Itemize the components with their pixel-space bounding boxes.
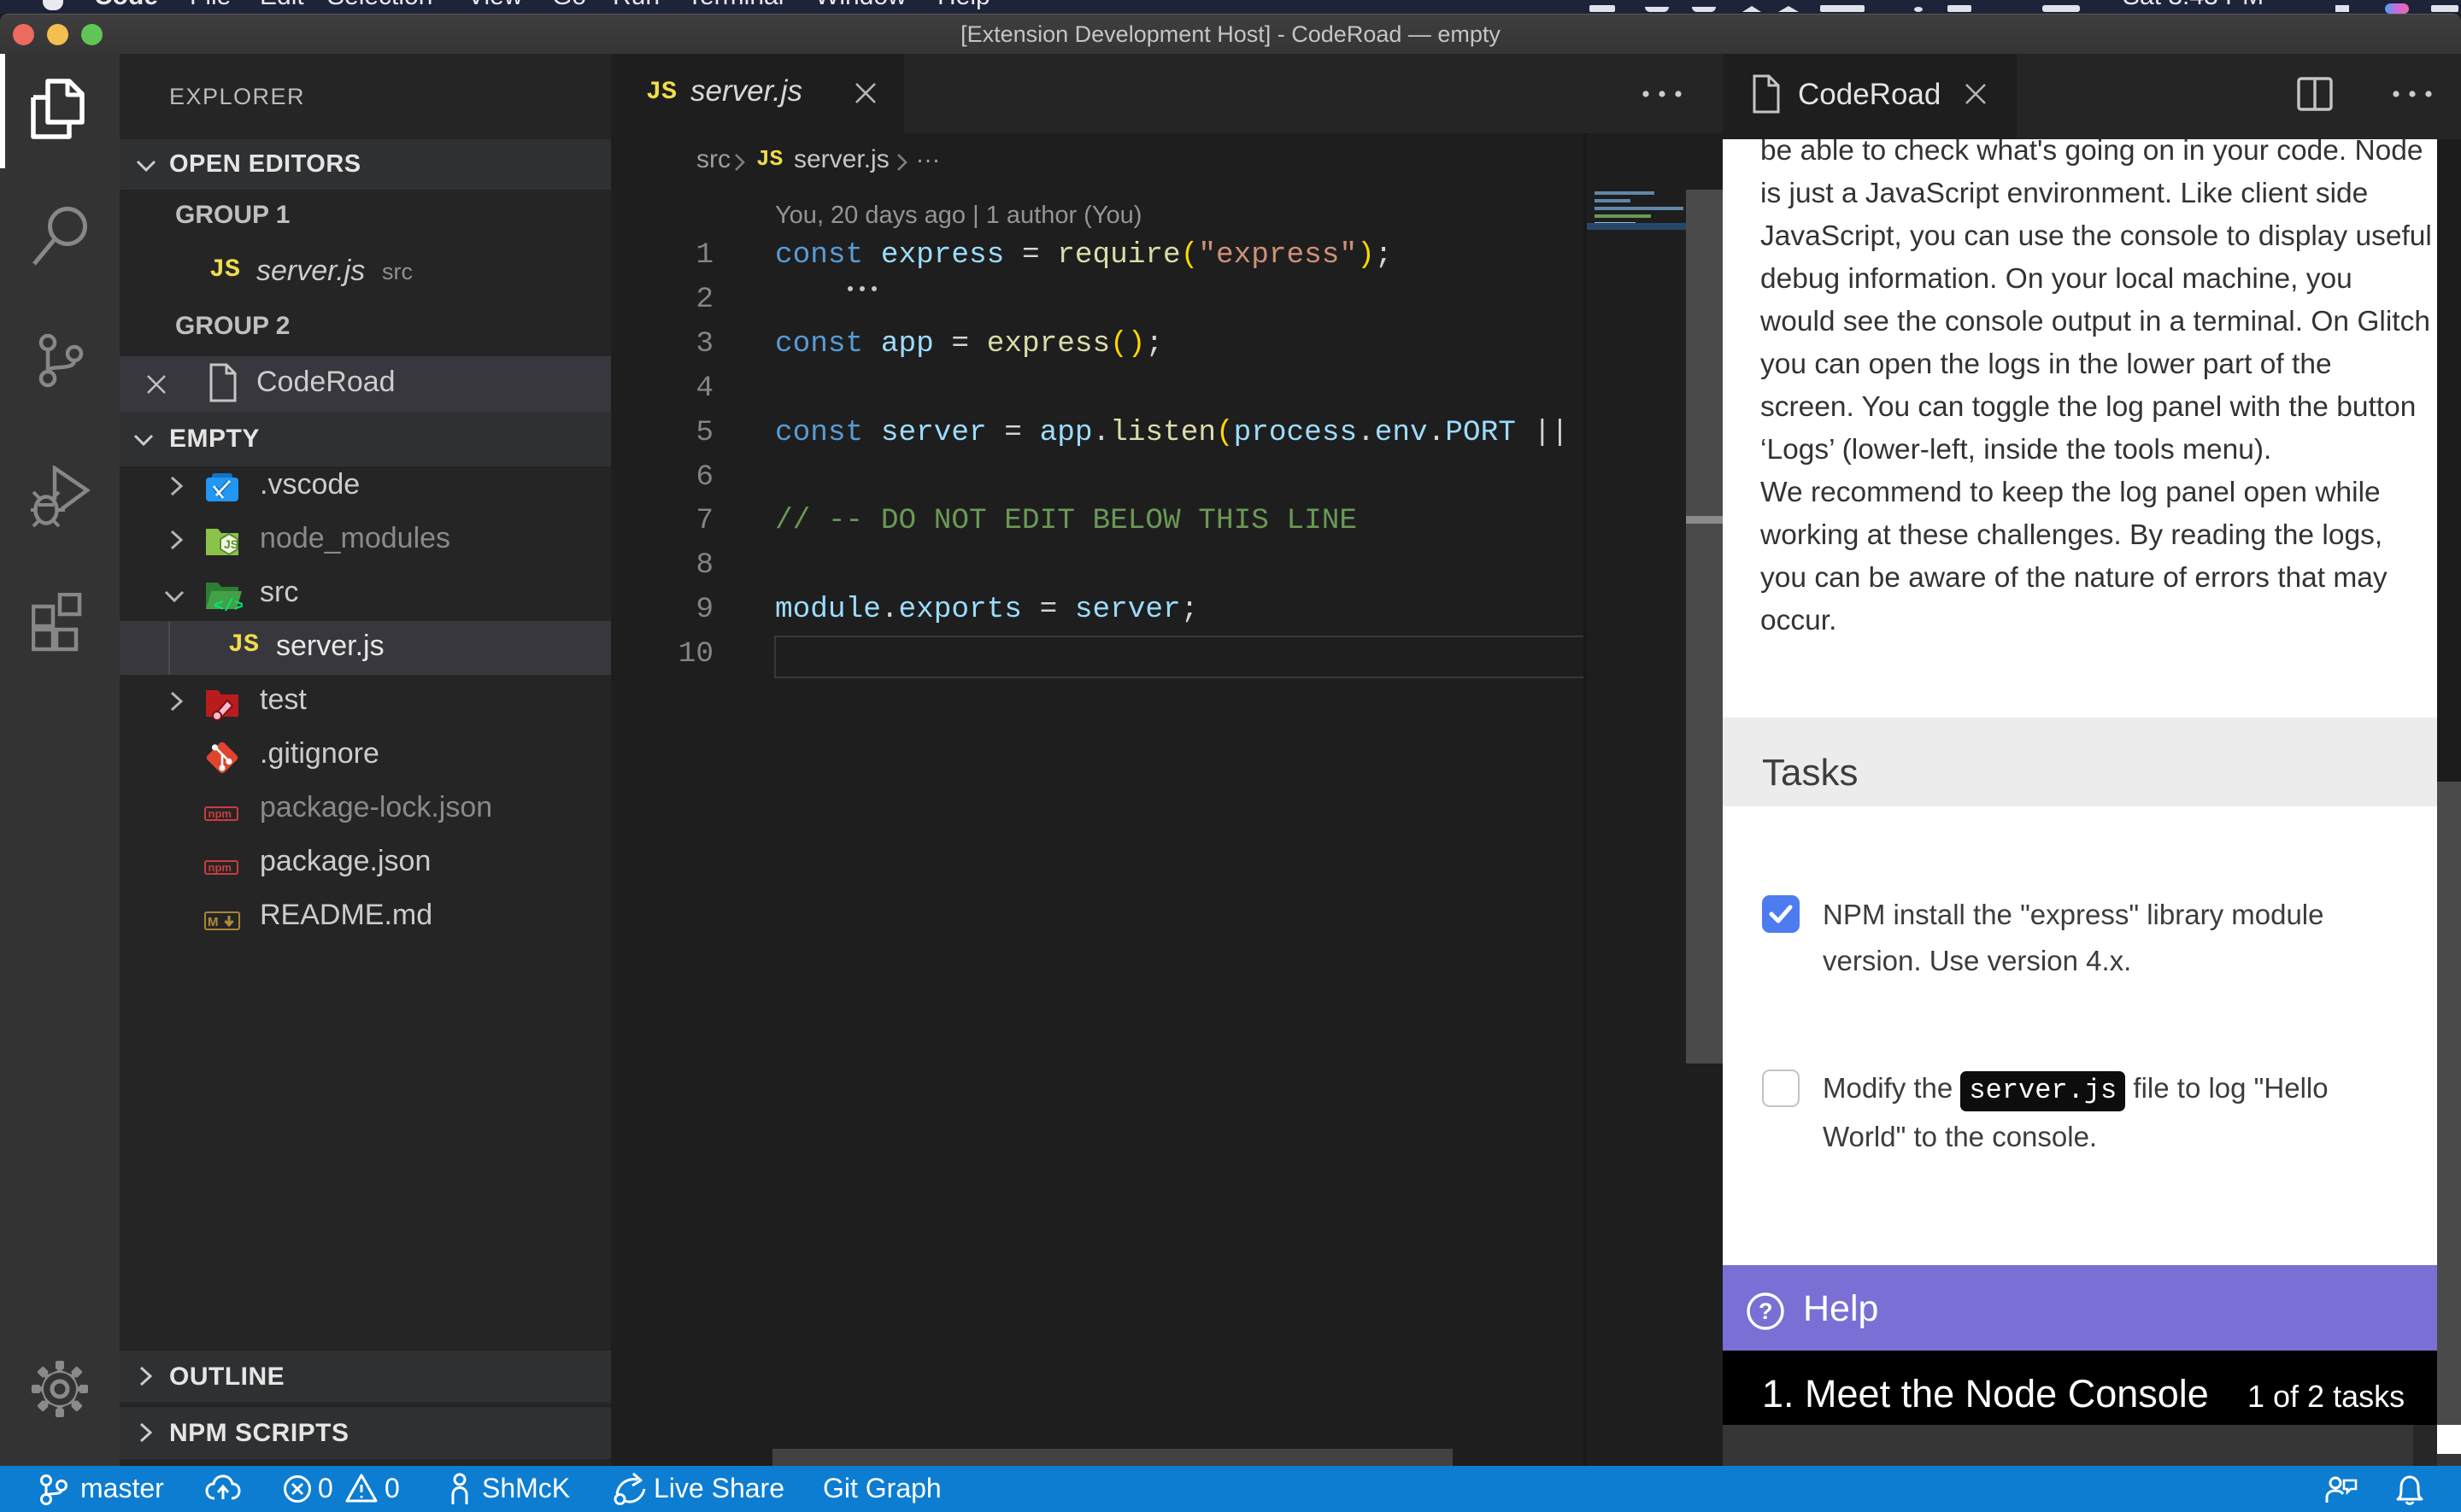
svg-text:JS: JS xyxy=(224,537,238,551)
svg-text:?: ? xyxy=(1759,1298,1773,1324)
svg-text:npm: npm xyxy=(209,807,232,820)
svg-text:npm: npm xyxy=(209,861,232,874)
svg-text:</>: </> xyxy=(214,597,243,613)
svg-text:M: M xyxy=(208,915,219,929)
